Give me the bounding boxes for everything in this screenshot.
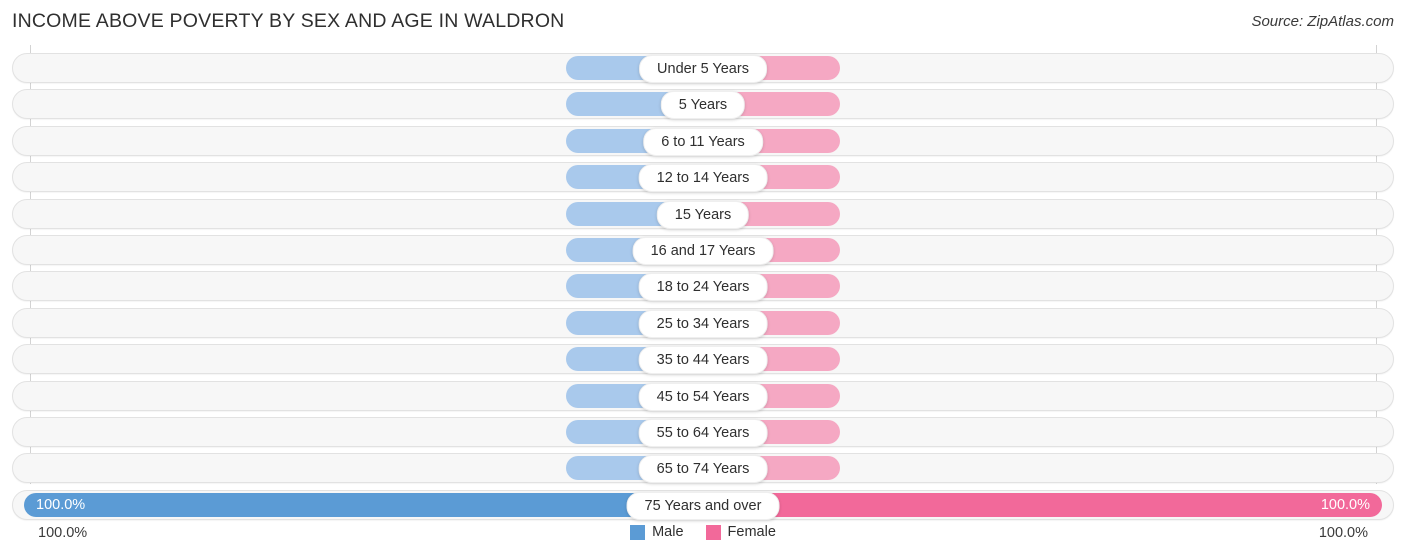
chart-row: 0.0%0.0%45 to 54 Years bbox=[12, 380, 1394, 411]
chart-row: 0.0%0.0%25 to 34 Years bbox=[12, 307, 1394, 338]
chart-row: 100.0% 100.0% 75 Years and over bbox=[12, 489, 1394, 520]
legend-swatch-male-icon bbox=[630, 524, 646, 540]
category-label-pill: 45 to 54 Years bbox=[638, 382, 768, 411]
category-label-pill: 5 Years bbox=[660, 91, 746, 120]
chart-row: 0.0%0.0%35 to 44 Years bbox=[12, 344, 1394, 375]
bar-male-value: 100.0% bbox=[36, 496, 86, 513]
chart-plot-area: 0.0%0.0%Under 5 Years 0.0%0.0%5 Years 0.0%… bbox=[0, 45, 1406, 520]
chart-row: 0.0%0.0%65 to 74 Years bbox=[12, 453, 1394, 484]
category-label-pill: 6 to 11 Years bbox=[643, 127, 763, 156]
legend-label-male: Male bbox=[652, 524, 684, 540]
legend-label-female: Female bbox=[727, 524, 776, 540]
chart-footer: 100.0% 100.0% Male Female bbox=[0, 520, 1406, 559]
bar-female-value: 100.0% bbox=[1320, 496, 1370, 513]
page-title: INCOME ABOVE POVERTY BY SEX AND AGE IN W… bbox=[12, 10, 565, 32]
chart-row: 0.0%0.0%55 to 64 Years bbox=[12, 417, 1394, 447]
chart-header: INCOME ABOVE POVERTY BY SEX AND AGE IN W… bbox=[0, 0, 1406, 45]
chart-row: 0.0%0.0%Under 5 Years bbox=[12, 53, 1394, 83]
category-label-pill: 18 to 24 Years bbox=[638, 273, 768, 302]
chart-row: 0.0%0.0%18 to 24 Years bbox=[12, 271, 1394, 302]
legend-item-male[interactable]: Male bbox=[630, 524, 684, 540]
chart-row: 0.0%0.0%12 to 14 Years bbox=[12, 162, 1394, 193]
chart-legend: Male Female bbox=[0, 524, 1406, 540]
category-label-pill: 65 to 74 Years bbox=[638, 455, 768, 484]
category-label-pill: 15 Years bbox=[656, 200, 750, 229]
category-label-pill: Under 5 Years bbox=[639, 55, 767, 83]
chart-row: 0.0%0.0%6 to 11 Years bbox=[12, 125, 1394, 156]
bar-female[interactable]: 100.0% bbox=[703, 492, 1382, 517]
category-label-pill: 16 and 17 Years bbox=[632, 237, 774, 265]
chart-row: 0.0%0.0%15 Years bbox=[12, 198, 1394, 229]
source-attribution: Source: ZipAtlas.com bbox=[1251, 13, 1394, 30]
category-label-pill: 75 Years and over bbox=[626, 491, 780, 520]
chart-row: 0.0%0.0%16 and 17 Years bbox=[12, 235, 1394, 265]
chart-row: 0.0%0.0%5 Years bbox=[12, 89, 1394, 120]
category-label-pill: 35 to 44 Years bbox=[638, 346, 768, 375]
category-label-pill: 25 to 34 Years bbox=[638, 309, 768, 338]
bar-male[interactable]: 100.0% bbox=[24, 492, 703, 517]
category-label-pill: 55 to 64 Years bbox=[638, 419, 768, 447]
legend-item-female[interactable]: Female bbox=[705, 524, 776, 540]
legend-swatch-female-icon bbox=[705, 524, 721, 540]
category-label-pill: 12 to 14 Years bbox=[638, 164, 768, 193]
